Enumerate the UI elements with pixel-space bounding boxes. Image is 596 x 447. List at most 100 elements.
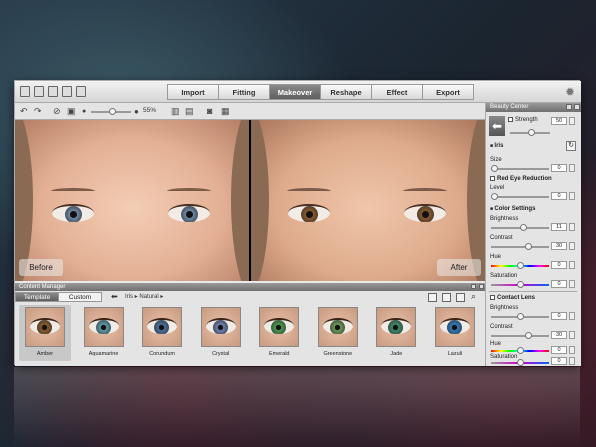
lens-saturation-slider-knob[interactable]	[517, 359, 524, 366]
saturation-slider-knob[interactable]	[517, 281, 524, 288]
brightness-slider[interactable]	[491, 224, 549, 231]
iris-section: ■ Iris	[490, 143, 504, 149]
back-arrow-icon[interactable]: ⬅	[489, 116, 505, 136]
strength-spinner[interactable]	[569, 117, 575, 125]
lens-brightness-slider-knob[interactable]	[517, 313, 524, 320]
before-photo[interactable]: Before	[15, 120, 249, 281]
tab-custom[interactable]: Custom	[58, 292, 102, 302]
fit-icon[interactable]: ▣	[67, 106, 76, 117]
level-slider-knob[interactable]	[491, 193, 498, 200]
brightness-label: Brightness	[490, 216, 519, 222]
lens-brightness-slider[interactable]	[491, 313, 549, 320]
open-folder-icon[interactable]	[48, 86, 58, 97]
grid-view-icon[interactable]	[442, 293, 451, 302]
zoom-out-icon[interactable]: ●	[82, 106, 86, 117]
back-icon[interactable]: ⬅	[111, 292, 118, 301]
contact-lens-checkbox[interactable]	[490, 295, 495, 300]
thumbnail-greenstone[interactable]: Greenstone	[312, 305, 364, 361]
lens-contrast-slider[interactable]	[491, 332, 549, 339]
lens-saturation-spinner[interactable]	[569, 357, 575, 365]
lens-contrast-value[interactable]: 30	[551, 331, 567, 339]
redo-icon[interactable]: ↷	[34, 106, 42, 117]
tab-effect[interactable]: Effect	[371, 84, 423, 100]
hue-slider[interactable]	[491, 262, 549, 269]
size-slider[interactable]	[491, 165, 549, 172]
panel-restore-icon[interactable]	[471, 284, 476, 289]
gradient-icon[interactable]: ▦	[221, 106, 230, 117]
zoom-slider-knob[interactable]	[109, 108, 116, 115]
thumbnail-label: Lazuli	[447, 351, 463, 357]
level-value[interactable]: 0	[551, 192, 567, 200]
new-icon[interactable]	[20, 86, 30, 97]
after-photo[interactable]: After	[251, 120, 485, 281]
reset-icon[interactable]: ⊘	[53, 106, 61, 117]
brightness-spinner[interactable]	[569, 223, 575, 231]
settings-gear-icon[interactable]: ✹	[565, 85, 575, 99]
thumbnail-lazuli[interactable]: Lazuli	[429, 305, 481, 361]
compare-icon[interactable]: ▤	[185, 106, 194, 117]
saturation-spinner[interactable]	[569, 280, 575, 288]
split-view-icon[interactable]: ▥	[171, 106, 180, 117]
refresh-icon[interactable]: ↻	[566, 141, 576, 151]
hue-slider-knob[interactable]	[517, 262, 524, 269]
saturation-value[interactable]: 0	[551, 280, 567, 288]
brightness-value[interactable]: 11	[551, 223, 567, 231]
lens-contrast-slider-knob[interactable]	[525, 332, 532, 339]
size-slider-knob[interactable]	[491, 165, 498, 172]
tab-fitting[interactable]: Fitting	[218, 84, 270, 100]
thumbnail-amber[interactable]: Amber	[19, 305, 71, 361]
strength-checkbox[interactable]	[508, 117, 513, 122]
brightness-slider-knob[interactable]	[520, 224, 527, 231]
strength-slider[interactable]	[510, 129, 550, 136]
thumbnail-crystal[interactable]: Crystal	[195, 305, 247, 361]
undo-icon[interactable]: ↶	[20, 106, 28, 117]
tab-export[interactable]: Export	[422, 84, 474, 100]
saturation-slider[interactable]	[491, 281, 549, 288]
snapshot-icon[interactable]: ◙	[207, 106, 212, 117]
tab-template[interactable]: Template	[15, 292, 59, 302]
zoom-slider[interactable]	[91, 108, 131, 115]
zoom-in-icon[interactable]: ●	[134, 106, 139, 117]
lens-hue-slider-knob[interactable]	[517, 347, 524, 354]
red-eye-checkbox[interactable]	[490, 176, 495, 181]
list-view-icon[interactable]	[456, 293, 465, 302]
lens-brightness-value[interactable]: 0	[551, 312, 567, 320]
lens-contrast-spinner[interactable]	[569, 331, 575, 339]
hue-value[interactable]: 0	[551, 261, 567, 269]
contrast-slider-knob[interactable]	[525, 243, 532, 250]
level-slider[interactable]	[491, 193, 549, 200]
lens-brightness-spinner[interactable]	[569, 312, 575, 320]
contrast-value[interactable]: 30	[551, 242, 567, 250]
thumbnail-emerald[interactable]: Emerald	[253, 305, 305, 361]
thumbnail-aquamarine[interactable]: Aquamarine	[78, 305, 130, 361]
contrast-slider[interactable]	[491, 243, 549, 250]
search-icon[interactable]: ⌕	[471, 291, 476, 302]
lens-hue-value[interactable]: 0	[551, 346, 567, 354]
panel-close-icon[interactable]	[574, 104, 580, 110]
lens-hue-slider[interactable]	[491, 347, 549, 354]
thumbnail-corundum[interactable]: Corundum	[136, 305, 188, 361]
save-icon[interactable]	[62, 86, 72, 97]
breadcrumb-natural[interactable]: Natural	[139, 294, 158, 300]
strength-slider-knob[interactable]	[528, 129, 535, 136]
save-as-icon[interactable]	[76, 86, 86, 97]
tab-makeover[interactable]: Makeover	[269, 84, 321, 100]
contrast-spinner[interactable]	[569, 242, 575, 250]
lens-saturation-slider[interactable]	[491, 359, 549, 366]
level-spinner[interactable]	[569, 192, 575, 200]
before-iris-right	[181, 206, 198, 222]
panel-close-icon[interactable]	[479, 284, 484, 289]
hue-spinner[interactable]	[569, 261, 575, 269]
page-view-icon[interactable]	[428, 293, 437, 302]
breadcrumb-iris[interactable]: Iris	[125, 294, 133, 300]
size-spinner[interactable]	[569, 164, 575, 172]
strength-value[interactable]: 50	[551, 117, 567, 125]
lens-saturation-value[interactable]: 0	[551, 357, 567, 365]
tab-reshape[interactable]: Reshape	[320, 84, 372, 100]
panel-restore-icon[interactable]	[566, 104, 572, 110]
lens-hue-spinner[interactable]	[569, 346, 575, 354]
tab-import[interactable]: Import	[167, 84, 219, 100]
thumbnail-jade[interactable]: Jade	[370, 305, 422, 361]
open-icon[interactable]	[34, 86, 44, 97]
size-value[interactable]: 0	[551, 164, 567, 172]
